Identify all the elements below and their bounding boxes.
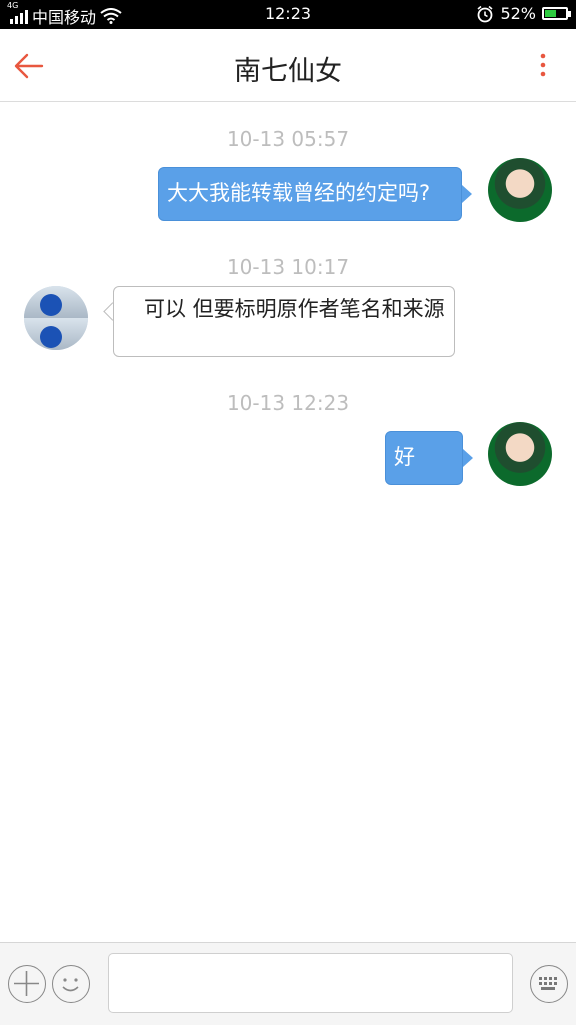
message-bubble-incoming[interactable]: 可以 但要标明原作者笔名和来源: [113, 286, 455, 357]
avatar-self[interactable]: [488, 422, 552, 486]
battery-percent: 52%: [500, 4, 536, 23]
avatar-self[interactable]: [488, 158, 552, 222]
message-bubble-outgoing[interactable]: 好: [385, 431, 463, 485]
more-vertical-icon[interactable]: [538, 51, 548, 81]
chat-header: 南七仙女: [0, 29, 576, 102]
plus-icon[interactable]: [8, 965, 46, 1003]
keyboard-icon[interactable]: [530, 965, 568, 1003]
input-bar: [0, 942, 576, 1025]
battery-icon: [542, 7, 571, 20]
message-bubble-outgoing[interactable]: 大大我能转载曾经的约定吗?: [158, 167, 462, 221]
status-bar: 4G 中国移动 12:23 52%: [0, 0, 576, 29]
alarm-icon: [477, 5, 493, 22]
message-timestamp: 10-13 05:57: [226, 127, 350, 151]
message-input[interactable]: [108, 953, 513, 1013]
message-timestamp: 10-13 10:17: [226, 255, 350, 279]
bubble-tail: [463, 449, 473, 467]
bubble-tail: [462, 185, 472, 203]
message-text: 可以 但要标明原作者笔名和来源: [123, 297, 445, 321]
status-right: 52%: [476, 4, 571, 23]
smiley-icon[interactable]: [52, 965, 90, 1003]
message-text: 好: [394, 445, 415, 469]
chat-title: 南七仙女: [234, 56, 342, 87]
message-text: 大大我能转载曾经的约定吗?: [167, 181, 431, 205]
avatar-contact[interactable]: [24, 286, 88, 350]
message-timestamp: 10-13 12:23: [226, 391, 350, 415]
